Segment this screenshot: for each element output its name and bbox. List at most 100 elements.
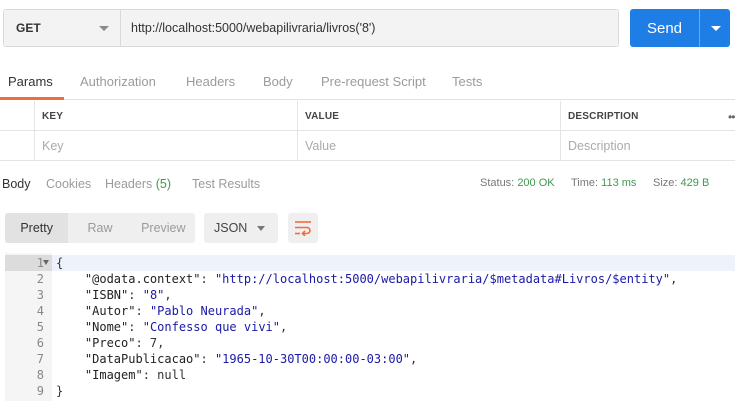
column-header-value: VALUE	[297, 101, 560, 131]
line-number: 8	[36, 368, 44, 382]
send-button[interactable]: Send	[630, 9, 730, 47]
view-mode-toggle: Pretty Raw Preview	[5, 213, 195, 243]
json-punctuation: :	[200, 352, 215, 366]
response-status: Status: 200 OK	[480, 177, 555, 189]
response-size: Size: 429 B	[653, 177, 709, 189]
code-text: {	[52, 255, 735, 271]
json-string: "http://localhost:5000/webapilivraria/$m…	[214, 272, 671, 286]
response-tab-headers-label: Headers	[105, 177, 153, 191]
fold-toggle-icon[interactable]	[43, 260, 49, 265]
format-select[interactable]: JSON	[204, 213, 278, 243]
json-punctuation: :	[128, 320, 143, 334]
line-number: 9	[36, 384, 44, 398]
view-mode-raw[interactable]: Raw	[68, 213, 131, 243]
json-punctuation	[56, 304, 85, 318]
json-punctuation: :	[128, 288, 143, 302]
json-string: "1965-10-30T00:00:00-03:00"	[214, 352, 411, 366]
method-label: GET	[16, 21, 41, 35]
active-tab-indicator	[0, 97, 64, 100]
param-value-input[interactable]: Value	[297, 131, 560, 161]
wrap-lines-icon	[295, 221, 311, 236]
json-punctuation	[56, 336, 85, 350]
tab-headers[interactable]: Headers	[186, 74, 235, 89]
time-value: 113 ms	[601, 177, 637, 189]
code-line: 8 "Imagem": null	[0, 367, 735, 383]
response-tab-headers[interactable]: Headers (5)	[105, 177, 171, 191]
code-text: "Preco": 7,	[52, 335, 735, 351]
request-url-bar: GET http://localhost:5000/webapilivraria…	[3, 9, 619, 47]
json-punctuation	[56, 352, 85, 366]
param-description-input[interactable]: Description	[560, 131, 735, 161]
method-select[interactable]: GET	[4, 10, 121, 46]
json-string: "Pablo Neurada"	[149, 304, 259, 318]
headers-count-badge: (5)	[155, 177, 172, 191]
code-text: "@odata.context": "http://localhost:5000…	[52, 271, 735, 287]
time-label: Time:	[571, 177, 599, 189]
view-mode-pretty[interactable]: Pretty	[5, 213, 69, 243]
json-string: "8"	[142, 288, 165, 302]
send-label: Send	[646, 19, 683, 37]
code-text: "Imagem": null	[52, 367, 735, 383]
code-line: 5 "Nome": "Confesso que vivi",	[0, 319, 735, 335]
response-tab-body[interactable]: Body	[2, 177, 31, 191]
code-line: 9}	[0, 383, 735, 399]
json-punctuation: :	[200, 272, 215, 286]
json-punctuation: : 7,	[135, 336, 165, 350]
tab-authorization[interactable]: Authorization	[80, 74, 156, 89]
json-punctuation: ,	[280, 320, 288, 334]
tab-params[interactable]: Params	[8, 74, 53, 89]
json-key: "Preco"	[84, 336, 136, 350]
send-options-dropdown[interactable]	[700, 9, 730, 47]
params-table: KEY VALUE DESCRIPTION •• Key Value Descr…	[0, 101, 735, 161]
json-punctuation: :	[135, 304, 150, 318]
json-punctuation	[56, 272, 85, 286]
size-value: 429 B	[680, 177, 710, 189]
status-label: Status:	[480, 177, 515, 189]
code-text: }	[52, 383, 735, 399]
json-punctuation: {	[56, 256, 64, 270]
size-label: Size:	[653, 177, 678, 189]
tab-pre-request-script[interactable]: Pre-request Script	[321, 74, 426, 89]
code-line: 6 "Preco": 7,	[0, 335, 735, 351]
code-text: "Nome": "Confesso que vivi",	[52, 319, 735, 335]
format-label: JSON	[214, 221, 248, 235]
url-input[interactable]: http://localhost:5000/webapilivraria/liv…	[121, 10, 618, 46]
param-key-input[interactable]: Key	[34, 131, 298, 161]
request-tabs: Params Authorization Headers Body Pre-re…	[0, 68, 735, 100]
json-string: "Confesso que vivi"	[142, 320, 280, 334]
column-header-key: KEY	[34, 101, 298, 131]
response-time: Time: 113 ms	[571, 177, 636, 189]
json-punctuation: }	[56, 384, 64, 398]
json-punctuation: ,	[164, 288, 172, 302]
json-key: "Imagem"	[84, 368, 143, 382]
line-number: 5	[36, 320, 44, 334]
tab-body[interactable]: Body	[263, 74, 293, 89]
json-key: "ISBN"	[84, 288, 129, 302]
line-number: 6	[36, 336, 44, 350]
chevron-down-icon	[257, 226, 265, 231]
line-number: 2	[36, 272, 44, 286]
params-row: Key Value Description	[0, 131, 735, 161]
response-tab-cookies[interactable]: Cookies	[46, 177, 91, 191]
status-value: 200 OK	[517, 177, 555, 189]
json-punctuation: : null	[142, 368, 187, 382]
json-punctuation	[56, 368, 85, 382]
code-text: "ISBN": "8",	[52, 287, 735, 303]
code-line: 2 "@odata.context": "http://localhost:50…	[0, 271, 735, 287]
code-line: 7 "DataPublicacao": "1965-10-30T00:00:00…	[0, 351, 735, 367]
wrap-lines-button[interactable]	[288, 213, 318, 243]
code-line: 4 "Autor": "Pablo Neurada",	[0, 303, 735, 319]
response-tab-test-results[interactable]: Test Results	[192, 177, 260, 191]
json-punctuation: ,	[258, 304, 266, 318]
params-header-row: KEY VALUE DESCRIPTION ••	[0, 101, 735, 131]
line-number: 7	[36, 352, 44, 366]
chevron-down-icon	[711, 26, 721, 31]
chevron-down-icon	[99, 26, 109, 31]
tab-tests[interactable]: Tests	[452, 74, 482, 89]
json-punctuation	[56, 288, 85, 302]
more-options-icon[interactable]: ••	[728, 110, 735, 124]
view-mode-preview[interactable]: Preview	[132, 213, 195, 243]
response-body-editor[interactable]: 1{2 "@odata.context": "http://localhost:…	[0, 253, 735, 401]
code-text: "DataPublicacao": "1965-10-30T00:00:00-0…	[52, 351, 735, 367]
code-text: "Autor": "Pablo Neurada",	[52, 303, 735, 319]
